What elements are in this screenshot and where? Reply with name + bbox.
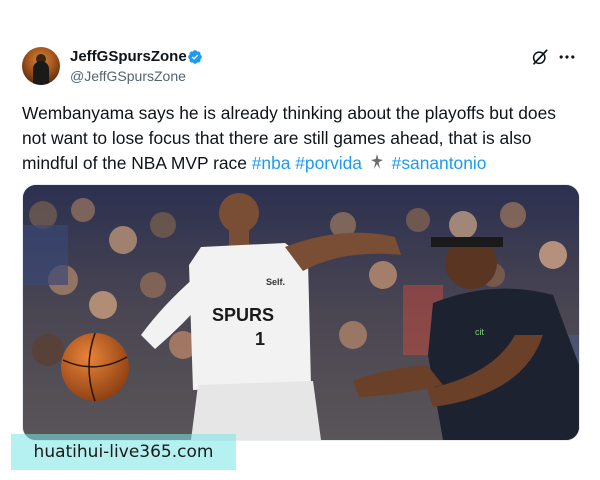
jersey-number-text: 1 [255,329,265,349]
more-options-icon[interactable] [557,48,577,66]
hashtag-nba[interactable]: #nba [252,153,291,173]
basketball [61,332,129,402]
author-display-name[interactable]: JeffGSpursZone [70,48,187,66]
tweet-media-photo[interactable]: Self. SPURS 1 cit [22,184,580,441]
spurs-emoji-icon [370,154,383,169]
author-avatar[interactable] [22,47,60,85]
jersey-team-text: SPURS [212,305,274,325]
grok-icon[interactable] [531,48,549,66]
avatar-figure-body [33,61,49,85]
basketball-photo: Self. SPURS 1 cit [23,185,579,440]
tweet-text: Wembanyama says he is already thinking a… [22,101,578,176]
jersey-brand-text: Self. [266,277,285,287]
opponent-logo-text: cit [475,327,484,337]
hashtag-sanantonio[interactable]: #sanantonio [392,153,487,173]
hashtag-porvida[interactable]: #porvida [295,153,362,173]
verified-badge-icon [188,50,202,64]
watermark-banner: huatihui-live365.com [11,434,236,470]
author-handle[interactable]: @JeffGSpursZone [70,68,186,85]
